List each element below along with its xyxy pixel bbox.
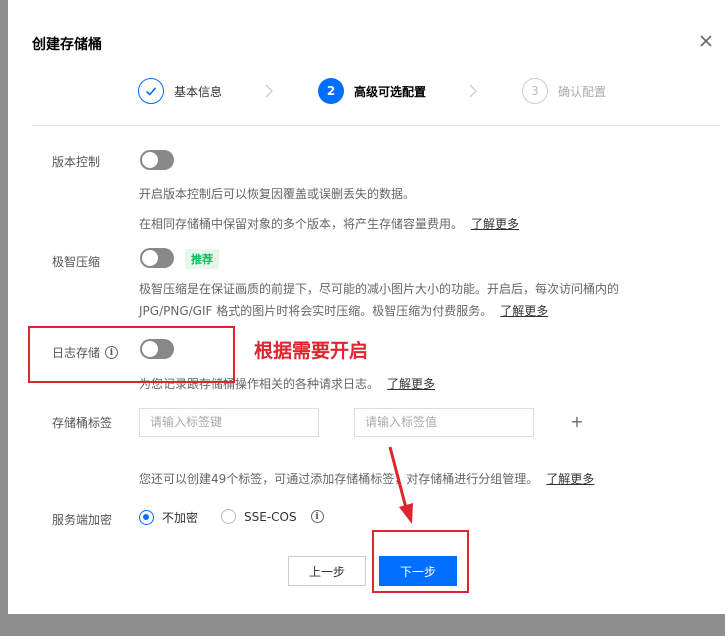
radio-label: 不加密 — [162, 511, 199, 525]
step-label: 基本信息 — [174, 84, 223, 99]
annotation-text: 根据需要开启 — [254, 340, 369, 362]
versioning-desc-2: 在相同存储桶中保留对象的多个版本，将产生存储容量费用。 了解更多 — [139, 217, 520, 231]
tags-learn-more-link[interactable]: 了解更多 — [546, 472, 594, 486]
tags-desc: 您还可以创建49个标签，可通过添加存储桶标签，对存储桶进行分组管理。 了解更多 — [139, 472, 595, 486]
compression-desc-1: 极智压缩是在保证画质的前提下，尽可能的减小图片大小的功能。开启后，每次访问桶内的 — [139, 282, 620, 296]
versioning-learn-more-link[interactable]: 了解更多 — [471, 217, 519, 231]
recommended-badge: 推荐 — [185, 249, 219, 269]
compression-learn-more-link[interactable]: 了解更多 — [500, 304, 548, 318]
radio-sse-cos[interactable]: SSE-COS i — [221, 509, 324, 524]
radio-label: SSE-COS — [244, 509, 297, 524]
step-confirm-config: 3 确认配置 — [522, 78, 606, 104]
versioning-label: 版本控制 — [52, 155, 101, 169]
annotation-box-next — [372, 530, 469, 593]
tag-key-input[interactable]: 请输入标签键 — [139, 408, 319, 437]
step-advanced-config: 2 高级可选配置 — [318, 78, 426, 104]
encryption-label: 服务端加密 — [52, 513, 113, 527]
compression-toggle[interactable] — [140, 248, 174, 268]
tag-value-input[interactable]: 请输入标签值 — [354, 408, 534, 437]
logging-learn-more-link[interactable]: 了解更多 — [387, 377, 435, 391]
add-tag-icon[interactable]: + — [569, 414, 585, 430]
create-bucket-dialog: 创建存储桶 基本信息 2 高级可选配置 3 确认配置 版本控制 开启版本控制后可… — [8, 0, 725, 614]
divider — [32, 125, 720, 126]
versioning-toggle[interactable] — [140, 150, 174, 170]
radio-button[interactable] — [139, 510, 154, 525]
step-label: 高级可选配置 — [354, 84, 427, 99]
check-icon — [138, 78, 164, 104]
compression-desc-2: JPG/PNG/GIF 格式的图片时将会实时压缩。极智压缩为付费服务。 了解更多 — [139, 304, 549, 318]
annotation-box-logging — [28, 326, 235, 383]
info-icon[interactable]: i — [310, 510, 324, 523]
step-label: 确认配置 — [558, 84, 607, 99]
stepper: 基本信息 2 高级可选配置 3 确认配置 — [8, 0, 725, 126]
tags-label: 存储桶标签 — [52, 416, 113, 430]
step-number: 2 — [318, 78, 344, 104]
compression-label: 极智压缩 — [52, 255, 101, 269]
radio-button[interactable] — [221, 509, 236, 524]
step-basic-info: 基本信息 — [138, 78, 222, 104]
versioning-desc-1: 开启版本控制后可以恢复因覆盖或误删丢失的数据。 — [139, 187, 416, 201]
chevron-right-icon — [264, 83, 274, 99]
step-number: 3 — [522, 78, 548, 104]
chevron-right-icon — [468, 83, 478, 99]
radio-no-encryption[interactable]: 不加密 — [139, 509, 198, 526]
prev-step-button[interactable]: 上一步 — [288, 556, 366, 586]
